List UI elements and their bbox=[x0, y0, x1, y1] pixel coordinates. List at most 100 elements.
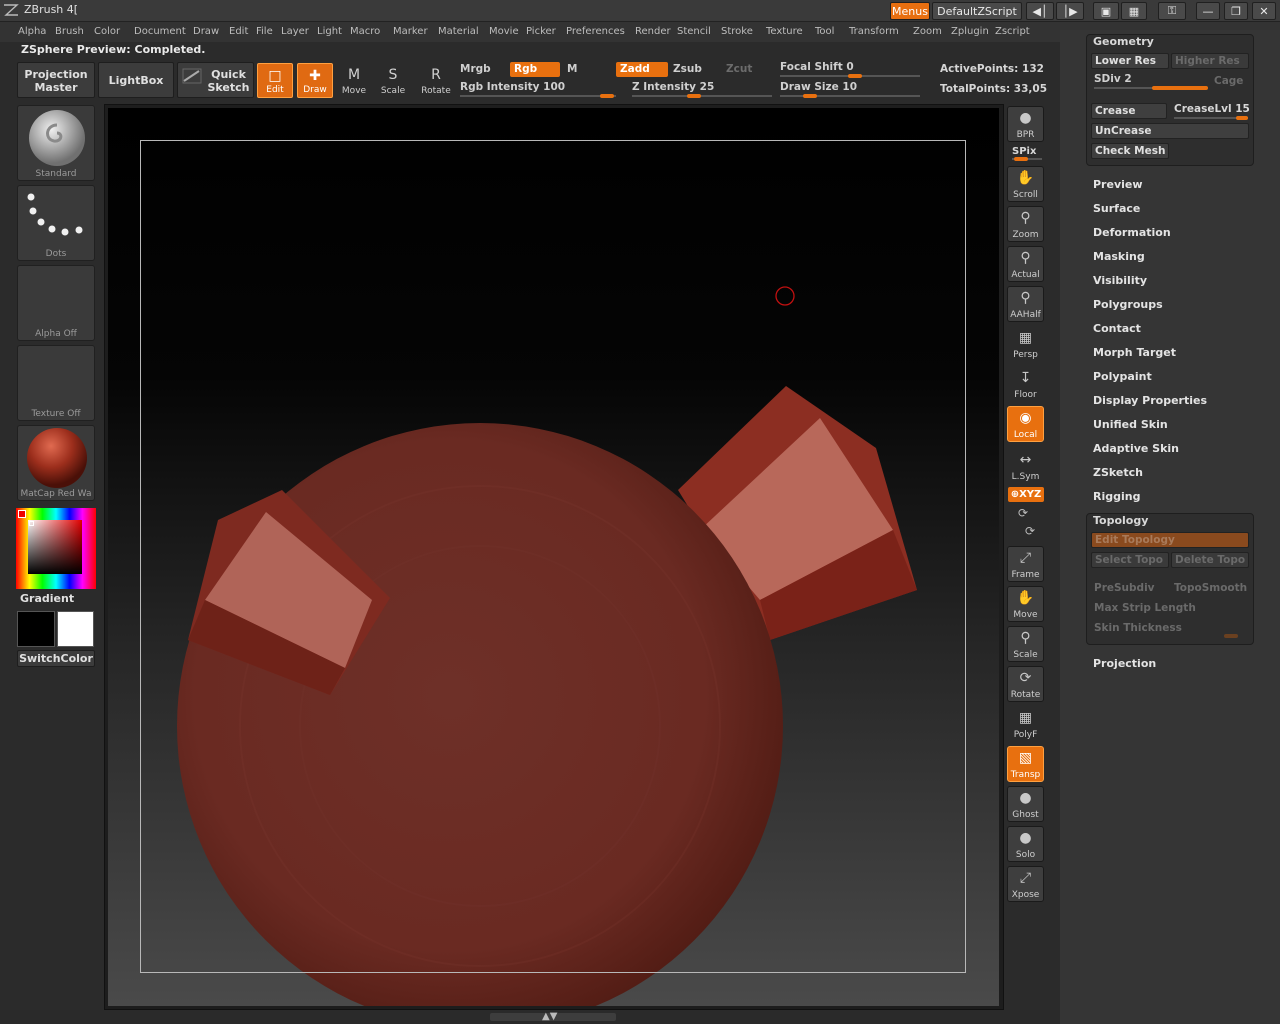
spix-knob[interactable] bbox=[1014, 157, 1028, 161]
section-polygroups[interactable]: Polygroups bbox=[1093, 298, 1163, 311]
close-icon[interactable]: ✕ bbox=[1252, 2, 1276, 20]
rgb-toggle[interactable]: Rgb bbox=[510, 62, 560, 77]
menu-material[interactable]: Material bbox=[438, 26, 479, 37]
persp-button[interactable]: ▦ Persp bbox=[1007, 326, 1044, 362]
brush-selector[interactable]: Standard bbox=[17, 105, 95, 181]
bpr-button[interactable]: ● BPR bbox=[1007, 106, 1044, 142]
rotate-view-button[interactable]: ⟳ Rotate bbox=[1007, 666, 1044, 702]
draw-size-slider[interactable] bbox=[780, 95, 920, 97]
stroke-selector[interactable]: Dots bbox=[17, 185, 95, 261]
menu-render[interactable]: Render bbox=[635, 26, 671, 37]
higher-res-button[interactable]: Higher Res bbox=[1171, 53, 1249, 69]
menu-macro[interactable]: Macro bbox=[350, 26, 380, 37]
skin-thickness-knob[interactable] bbox=[1224, 634, 1238, 638]
material-selector[interactable]: MatCap Red Wa bbox=[17, 425, 95, 501]
layout-icon[interactable]: ▣ bbox=[1093, 2, 1119, 20]
move-view-button[interactable]: ✋ Move bbox=[1007, 586, 1044, 622]
menu-movie[interactable]: Movie bbox=[489, 26, 519, 37]
crease-level-knob[interactable] bbox=[1236, 116, 1248, 120]
section-adaptive-skin[interactable]: Adaptive Skin bbox=[1093, 442, 1179, 455]
zadd-toggle[interactable]: Zadd bbox=[616, 62, 668, 77]
zsub-toggle[interactable]: Zsub bbox=[669, 62, 721, 77]
section-deformation[interactable]: Deformation bbox=[1093, 226, 1171, 239]
saturation-square[interactable] bbox=[28, 520, 82, 574]
uncrease-button[interactable]: UnCrease bbox=[1091, 123, 1249, 139]
topology-header[interactable]: Topology bbox=[1093, 514, 1148, 527]
delete-topo-button[interactable]: Delete Topo bbox=[1171, 552, 1249, 568]
menu-preferences[interactable]: Preferences bbox=[566, 26, 625, 37]
aahalf-button[interactable]: ⚲ AAHalf bbox=[1007, 286, 1044, 322]
section-surface[interactable]: Surface bbox=[1093, 202, 1140, 215]
lock-icon[interactable]: ⚿ bbox=[1158, 2, 1186, 20]
xyz-toggle[interactable]: ⊕XYZ bbox=[1008, 487, 1044, 502]
floor-button[interactable]: ↧ Floor bbox=[1007, 366, 1044, 402]
select-topo-button[interactable]: Select Topo bbox=[1091, 552, 1169, 568]
menu-edit[interactable]: Edit bbox=[229, 26, 248, 37]
toposmooth-label[interactable]: TopoSmooth bbox=[1174, 582, 1247, 594]
max-strip-length-label[interactable]: Max Strip Length bbox=[1094, 602, 1196, 614]
zoom-button[interactable]: ⚲ Zoom bbox=[1007, 206, 1044, 242]
switchcolor-button[interactable]: SwitchColor bbox=[17, 650, 95, 667]
menu-transform[interactable]: Transform bbox=[849, 26, 899, 37]
expand-tray-icon[interactable]: ▲▼ bbox=[542, 1011, 557, 1022]
move-button[interactable]: M Move bbox=[336, 63, 372, 98]
section-display-properties[interactable]: Display Properties bbox=[1093, 394, 1207, 407]
cage-button[interactable]: Cage bbox=[1214, 75, 1243, 87]
ghost-button[interactable]: ● Ghost bbox=[1007, 786, 1044, 822]
menu-stroke[interactable]: Stroke bbox=[721, 26, 753, 37]
zcut-toggle[interactable]: Zcut bbox=[722, 62, 772, 77]
solo-button[interactable]: ● Solo bbox=[1007, 826, 1044, 862]
section-unified-skin[interactable]: Unified Skin bbox=[1093, 418, 1168, 431]
rgb-intensity-knob[interactable] bbox=[600, 94, 614, 98]
main-color-black[interactable] bbox=[17, 611, 55, 647]
frame-button[interactable]: ⤢ Frame bbox=[1007, 546, 1044, 582]
menus-button[interactable]: Menus bbox=[890, 2, 930, 20]
check-mesh-button[interactable]: Check Mesh bbox=[1091, 143, 1169, 159]
menu-zplugin[interactable]: Zplugin bbox=[951, 26, 989, 37]
menu-file[interactable]: File bbox=[256, 26, 273, 37]
maximize-icon[interactable]: ❐ bbox=[1224, 2, 1248, 20]
lightbox-button[interactable]: LightBox bbox=[98, 62, 174, 98]
rotate-y-icon[interactable]: ⟳ bbox=[1018, 506, 1028, 520]
menu-layer[interactable]: Layer bbox=[281, 26, 309, 37]
scroll-left-icon[interactable]: ◀│ bbox=[1026, 2, 1054, 20]
scale-view-button[interactable]: ⚲ Scale bbox=[1007, 626, 1044, 662]
section-morph-target[interactable]: Morph Target bbox=[1093, 346, 1176, 359]
menu-tool[interactable]: Tool bbox=[815, 26, 834, 37]
section-projection[interactable]: Projection bbox=[1093, 657, 1156, 670]
actual-button[interactable]: ⚲ Actual bbox=[1007, 246, 1044, 282]
secondary-color-white[interactable] bbox=[57, 611, 94, 647]
color-picker[interactable] bbox=[16, 508, 96, 589]
section-masking[interactable]: Masking bbox=[1093, 250, 1145, 263]
section-contact[interactable]: Contact bbox=[1093, 322, 1141, 335]
mrgb-toggle[interactable]: Mrgb bbox=[456, 62, 506, 77]
menu-zscript[interactable]: Zscript bbox=[995, 26, 1030, 37]
section-visibility[interactable]: Visibility bbox=[1093, 274, 1147, 287]
menu-light[interactable]: Light bbox=[317, 26, 342, 37]
skin-thickness-label[interactable]: Skin Thickness bbox=[1094, 622, 1182, 634]
lsym-button[interactable]: ↔ L.Sym bbox=[1007, 448, 1044, 484]
minimize-icon[interactable]: — bbox=[1196, 2, 1220, 20]
focal-shift-knob[interactable] bbox=[848, 74, 862, 78]
scroll-button[interactable]: ✋ Scroll bbox=[1007, 166, 1044, 202]
menu-draw[interactable]: Draw bbox=[193, 26, 219, 37]
default-zscript-button[interactable]: DefaultZScript bbox=[932, 2, 1022, 20]
draw-size-knob[interactable] bbox=[803, 94, 817, 98]
draw-button[interactable]: ✚ Draw bbox=[297, 63, 333, 98]
menu-alpha[interactable]: Alpha bbox=[18, 26, 46, 37]
scroll-right-icon[interactable]: │▶ bbox=[1056, 2, 1084, 20]
presubdiv-label[interactable]: PreSubdiv bbox=[1094, 582, 1155, 594]
rgb-intensity-slider[interactable] bbox=[460, 95, 616, 97]
menu-document[interactable]: Document bbox=[134, 26, 186, 37]
m-toggle[interactable]: M bbox=[563, 62, 613, 77]
z-intensity-knob[interactable] bbox=[687, 94, 701, 98]
edit-topology-button[interactable]: Edit Topology bbox=[1091, 532, 1249, 548]
projection-master-button[interactable]: Projection Master bbox=[17, 62, 95, 98]
section-rigging[interactable]: Rigging bbox=[1093, 490, 1140, 503]
menu-texture[interactable]: Texture bbox=[766, 26, 803, 37]
menu-marker[interactable]: Marker bbox=[393, 26, 428, 37]
menu-picker[interactable]: Picker bbox=[526, 26, 556, 37]
menu-brush[interactable]: Brush bbox=[55, 26, 84, 37]
lower-res-button[interactable]: Lower Res bbox=[1091, 53, 1169, 69]
texture-selector[interactable]: Texture Off bbox=[17, 345, 95, 421]
